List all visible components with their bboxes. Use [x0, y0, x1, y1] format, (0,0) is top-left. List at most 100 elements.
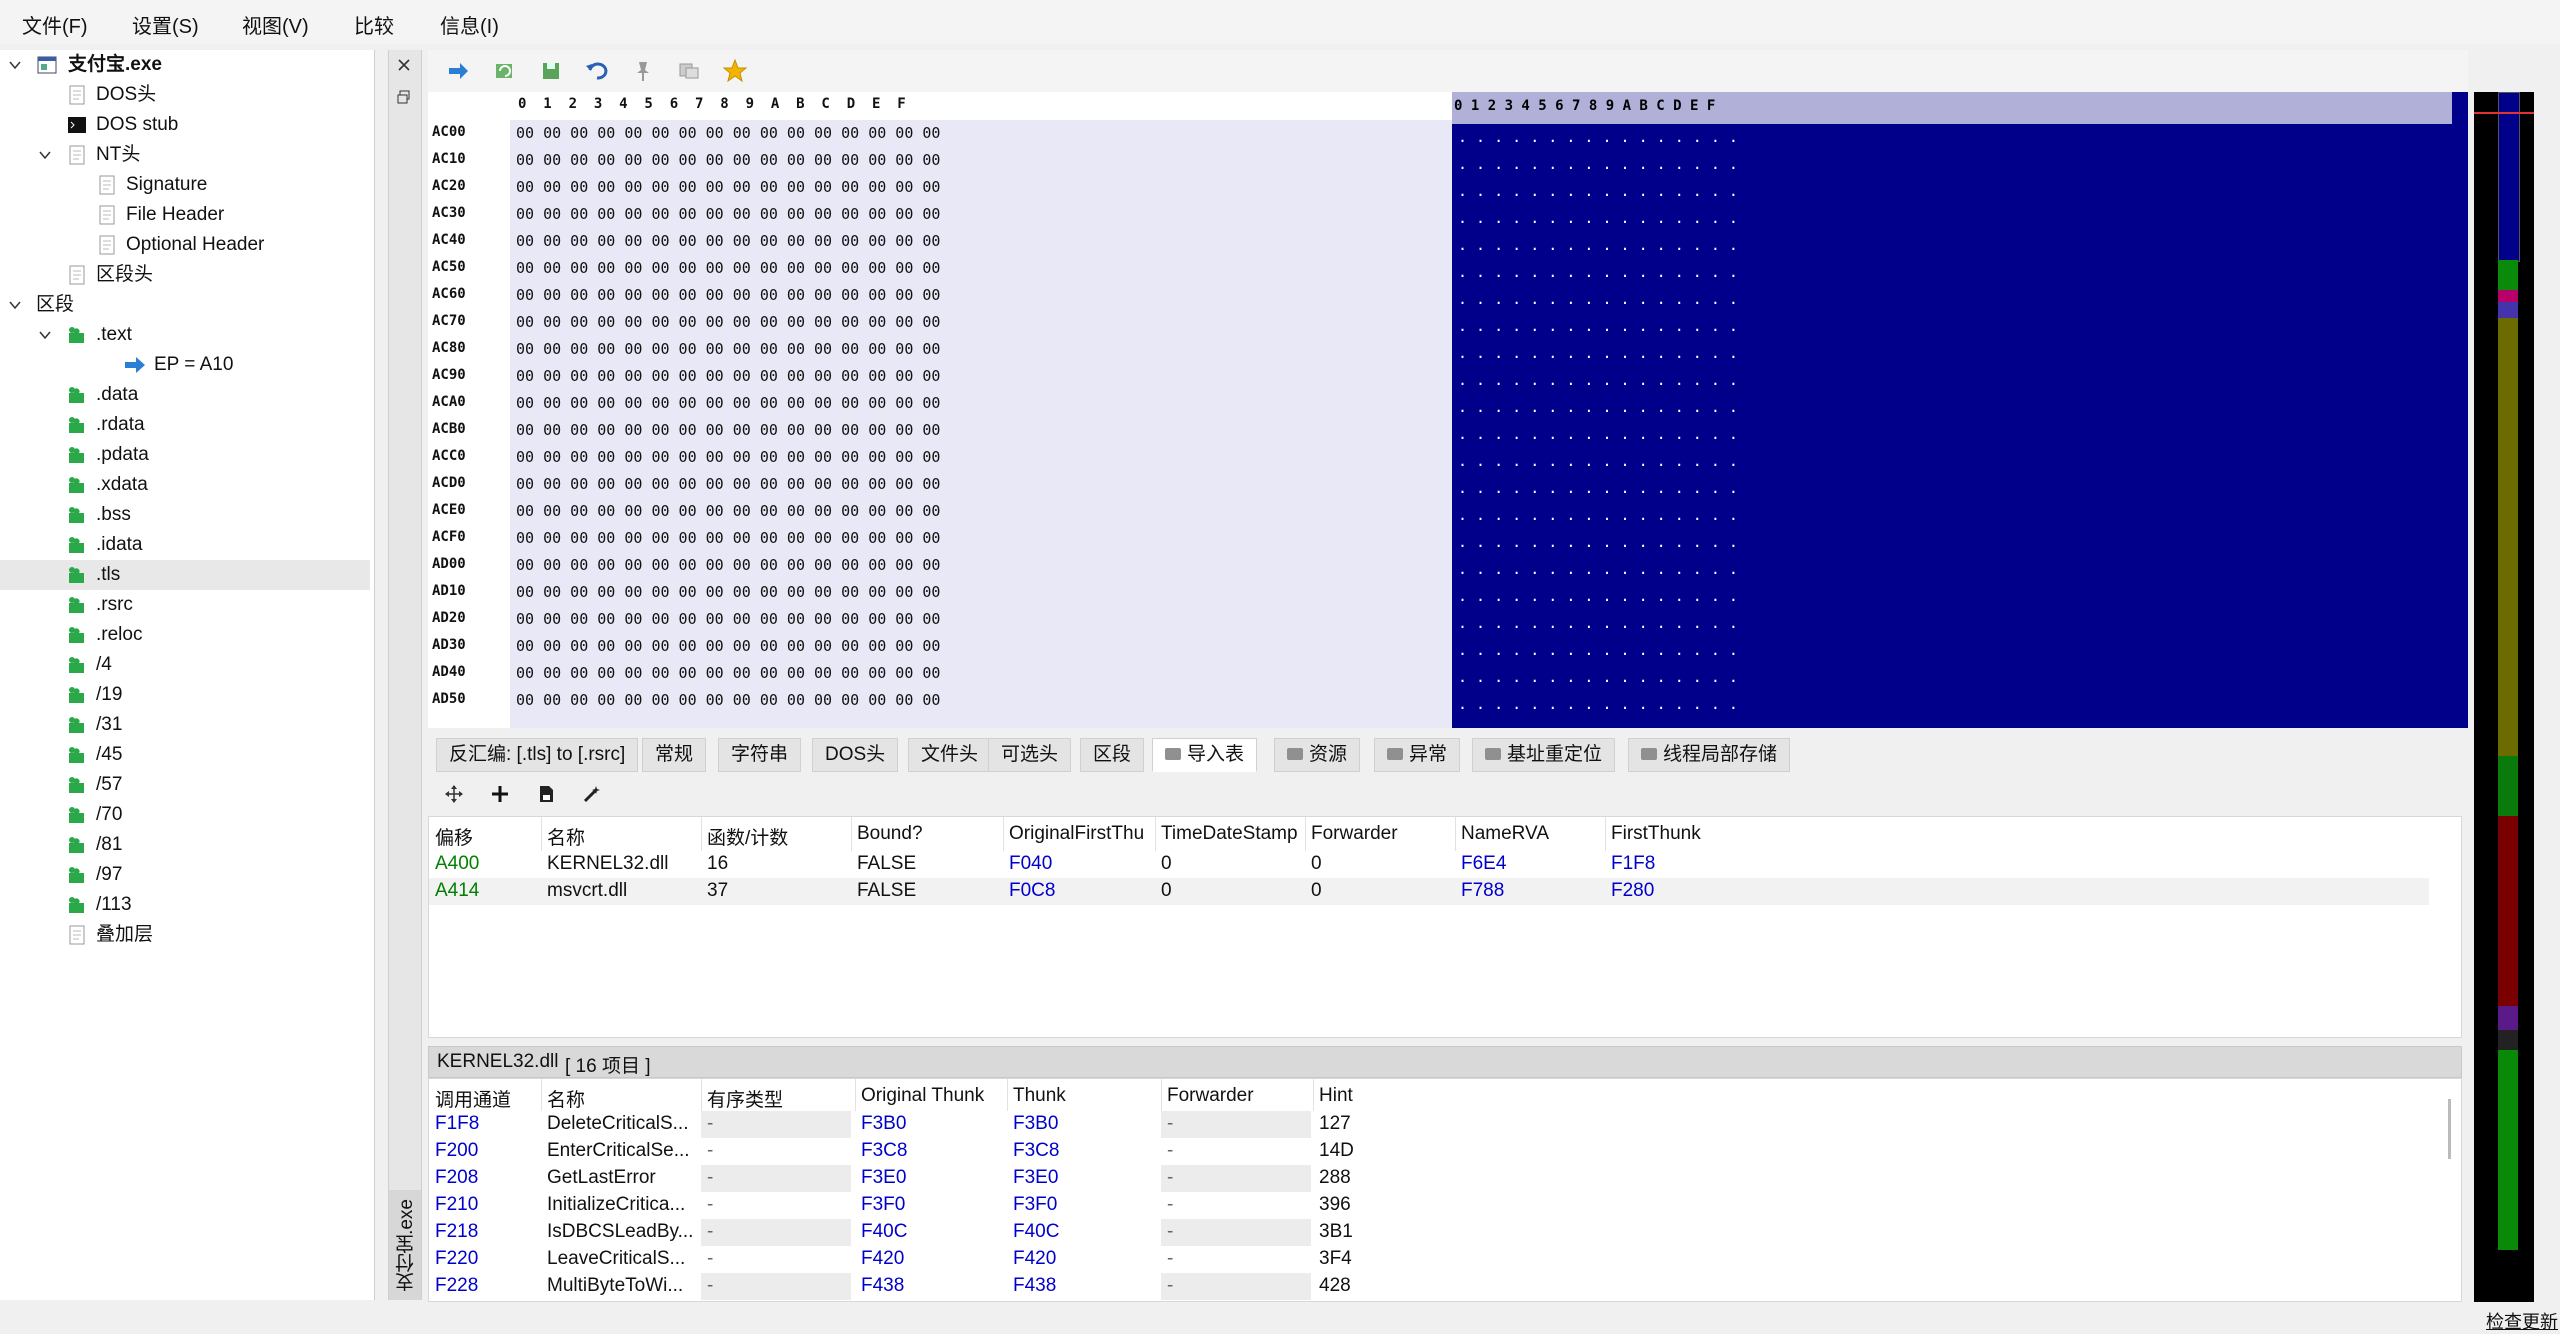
- column-header[interactable]: Forwarder: [1311, 823, 1398, 845]
- chevron-down-icon[interactable]: [38, 328, 52, 342]
- hex-bytes-row[interactable]: 00 00 00 00 00 00 00 00 00 00 00 00 00 0…: [516, 610, 940, 628]
- column-divider[interactable]: [1003, 817, 1004, 851]
- tree-item[interactable]: .text: [0, 320, 370, 350]
- tab-sections[interactable]: 区段: [1080, 738, 1145, 772]
- column-divider[interactable]: [1161, 1079, 1162, 1113]
- menu-view[interactable]: 视图(V): [242, 10, 309, 39]
- column-divider[interactable]: [1305, 817, 1306, 851]
- hex-bytes-row[interactable]: 00 00 00 00 00 00 00 00 00 00 00 00 00 0…: [516, 556, 940, 574]
- tree-item[interactable]: .pdata: [0, 440, 370, 470]
- tree-item[interactable]: .data: [0, 380, 370, 410]
- float-window-icon[interactable]: [397, 90, 411, 104]
- tab-file-header[interactable]: 文件头: [908, 738, 992, 772]
- column-divider[interactable]: [541, 817, 542, 851]
- menu-file[interactable]: 文件(F): [22, 10, 88, 39]
- tree-item[interactable]: .rsrc: [0, 590, 370, 620]
- chevron-down-icon[interactable]: [8, 58, 22, 72]
- column-header[interactable]: 名称: [547, 823, 585, 850]
- tree-item[interactable]: .reloc: [0, 620, 370, 650]
- text-bytes-row[interactable]: . . . . . . . . . . . . . . . .: [1458, 317, 1738, 335]
- column-header[interactable]: Forwarder: [1167, 1085, 1254, 1107]
- hex-bytes-row[interactable]: 00 00 00 00 00 00 00 00 00 00 00 00 00 0…: [516, 286, 940, 304]
- column-header[interactable]: Bound?: [857, 823, 923, 845]
- tree-item[interactable]: /113: [0, 890, 370, 920]
- tab-general[interactable]: 常规: [642, 738, 707, 772]
- tree-item[interactable]: .rdata: [0, 410, 370, 440]
- text-bytes-row[interactable]: . . . . . . . . . . . . . . . .: [1458, 587, 1738, 605]
- move-icon[interactable]: [444, 784, 464, 804]
- tree-root[interactable]: 支付宝.exe: [0, 50, 370, 80]
- text-bytes-row[interactable]: . . . . . . . . . . . . . . . .: [1458, 506, 1738, 524]
- wand-icon[interactable]: [582, 784, 602, 804]
- tree-item[interactable]: .bss: [0, 500, 370, 530]
- function-table-scrollbar[interactable]: [2448, 1099, 2451, 1159]
- menu-info[interactable]: 信息(I): [440, 10, 499, 39]
- column-header[interactable]: Hint: [1319, 1085, 1353, 1107]
- tab-imports[interactable]: 导入表: [1152, 738, 1258, 772]
- tab-optional-header[interactable]: 可选头: [988, 738, 1072, 772]
- tree-item[interactable]: 叠加层: [0, 920, 370, 950]
- hex-bytes-row[interactable]: 00 00 00 00 00 00 00 00 00 00 00 00 00 0…: [516, 340, 940, 358]
- text-bytes-row[interactable]: . . . . . . . . . . . . . . . .: [1458, 479, 1738, 497]
- hex-bytes-row[interactable]: 00 00 00 00 00 00 00 00 00 00 00 00 00 0…: [516, 178, 940, 196]
- column-divider[interactable]: [1455, 817, 1456, 851]
- text-bytes-row[interactable]: . . . . . . . . . . . . . . . .: [1458, 371, 1738, 389]
- menu-settings[interactable]: 设置(S): [132, 10, 199, 39]
- add-icon[interactable]: [490, 784, 510, 804]
- copy-icon[interactable]: [676, 58, 702, 84]
- text-bytes-row[interactable]: . . . . . . . . . . . . . . . .: [1458, 209, 1738, 227]
- hex-bytes-row[interactable]: 00 00 00 00 00 00 00 00 00 00 00 00 00 0…: [516, 421, 940, 439]
- text-bytes-row[interactable]: . . . . . . . . . . . . . . . .: [1458, 425, 1738, 443]
- tab-disassembly[interactable]: 反汇编: [.tls] to [.rsrc]: [436, 738, 639, 772]
- column-divider[interactable]: [1007, 1079, 1008, 1113]
- hex-bytes-row[interactable]: 00 00 00 00 00 00 00 00 00 00 00 00 00 0…: [516, 394, 940, 412]
- tree-item[interactable]: /45: [0, 740, 370, 770]
- chevron-down-icon[interactable]: [8, 298, 22, 312]
- tree-item[interactable]: DOS头: [0, 80, 370, 110]
- table-row[interactable]: [429, 878, 2429, 905]
- text-bytes-row[interactable]: . . . . . . . . . . . . . . . .: [1458, 155, 1738, 173]
- pin-icon[interactable]: [630, 58, 656, 84]
- table-row[interactable]: [429, 851, 2429, 878]
- tree-item[interactable]: 区段: [0, 290, 370, 320]
- file-tab[interactable]: 支付宝.exe: [389, 1190, 421, 1300]
- tab-resources[interactable]: 资源: [1274, 738, 1361, 772]
- text-bytes-row[interactable]: . . . . . . . . . . . . . . . .: [1458, 641, 1738, 659]
- text-bytes-row[interactable]: . . . . . . . . . . . . . . . .: [1458, 290, 1738, 308]
- save-file-icon[interactable]: [536, 784, 556, 804]
- hex-bytes-row[interactable]: 00 00 00 00 00 00 00 00 00 00 00 00 00 0…: [516, 313, 940, 331]
- tree-item[interactable]: Optional Header: [0, 230, 370, 260]
- column-divider[interactable]: [851, 817, 852, 851]
- hex-bytes-row[interactable]: 00 00 00 00 00 00 00 00 00 00 00 00 00 0…: [516, 151, 940, 169]
- column-header[interactable]: 调用通道: [435, 1085, 511, 1112]
- hex-bytes-row[interactable]: 00 00 00 00 00 00 00 00 00 00 00 00 00 0…: [516, 691, 940, 709]
- tree-item[interactable]: /81: [0, 830, 370, 860]
- column-divider[interactable]: [1155, 817, 1156, 851]
- text-bytes-row[interactable]: . . . . . . . . . . . . . . . .: [1458, 452, 1738, 470]
- tree-item[interactable]: /31: [0, 710, 370, 740]
- hex-bytes-row[interactable]: 00 00 00 00 00 00 00 00 00 00 00 00 00 0…: [516, 205, 940, 223]
- tree-item[interactable]: /19: [0, 680, 370, 710]
- text-bytes-row[interactable]: . . . . . . . . . . . . . . . .: [1458, 398, 1738, 416]
- column-header[interactable]: TimeDateStamp: [1161, 823, 1298, 845]
- column-divider[interactable]: [855, 1079, 856, 1113]
- column-header[interactable]: 函数/计数: [707, 823, 788, 850]
- tab-tls[interactable]: 线程局部存储: [1628, 738, 1791, 772]
- hex-bytes-row[interactable]: 00 00 00 00 00 00 00 00 00 00 00 00 00 0…: [516, 502, 940, 520]
- column-header[interactable]: FirstThunk: [1611, 823, 1701, 845]
- text-bytes-row[interactable]: . . . . . . . . . . . . . . . .: [1458, 533, 1738, 551]
- hex-bytes-row[interactable]: 00 00 00 00 00 00 00 00 00 00 00 00 00 0…: [516, 259, 940, 277]
- column-divider[interactable]: [701, 1079, 702, 1113]
- tree-item[interactable]: .xdata: [0, 470, 370, 500]
- hex-bytes-row[interactable]: 00 00 00 00 00 00 00 00 00 00 00 00 00 0…: [516, 232, 940, 250]
- column-header[interactable]: Original Thunk: [861, 1085, 984, 1107]
- tree-item[interactable]: /4: [0, 650, 370, 680]
- column-header[interactable]: 偏移: [435, 823, 473, 850]
- text-bytes-row[interactable]: . . . . . . . . . . . . . . . .: [1458, 614, 1738, 632]
- go-arrow-icon[interactable]: [446, 58, 472, 84]
- close-icon[interactable]: [397, 58, 411, 72]
- column-divider[interactable]: [1313, 1079, 1314, 1113]
- text-bytes-row[interactable]: . . . . . . . . . . . . . . . .: [1458, 668, 1738, 686]
- tree-item[interactable]: File Header: [0, 200, 370, 230]
- text-bytes-row[interactable]: . . . . . . . . . . . . . . . .: [1458, 128, 1738, 146]
